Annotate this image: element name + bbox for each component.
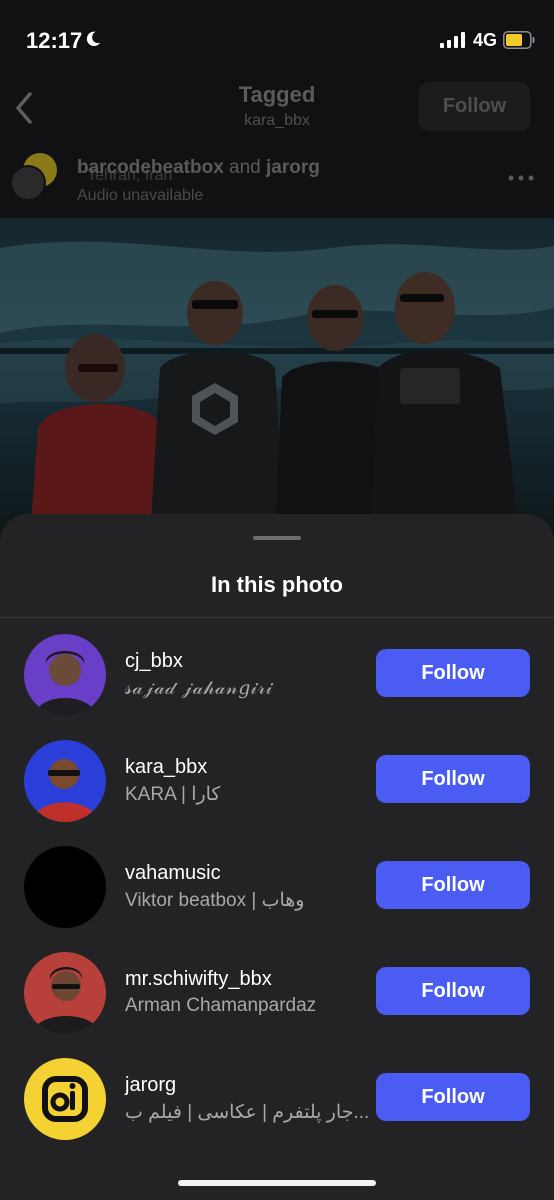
sheet-title: In this photo: [211, 572, 343, 597]
follow-button[interactable]: Follow: [376, 1073, 530, 1121]
post-author-b[interactable]: jarorg: [266, 157, 320, 178]
sheet-grabber[interactable]: [253, 536, 301, 540]
follow-button[interactable]: Follow: [376, 755, 530, 803]
avatar[interactable]: [24, 740, 106, 822]
full-name: Viktor beatbox | وهاب: [125, 890, 305, 911]
post-meta: Tehran, Iran barcodebeatbox and jarorg A…: [0, 145, 554, 215]
sheet-divider: [0, 617, 554, 618]
full-name: جار پلتفرم | عکاسی | فیلم ب...: [125, 1102, 370, 1123]
post-author-a[interactable]: barcodebeatbox: [77, 157, 224, 178]
signal-icon: [440, 32, 465, 48]
avatar[interactable]: [24, 952, 106, 1034]
username[interactable]: cj_bbx: [125, 650, 183, 673]
network-type: 4G: [473, 30, 498, 50]
status-bar: 12:17 4G: [0, 0, 554, 80]
full-name: KARA | کارا: [125, 784, 221, 805]
follow-button[interactable]: Follow: [376, 649, 530, 697]
avatar-barcodebeatbox: [10, 165, 46, 201]
person-row[interactable]: jarorg جار پلتفرم | عکاسی | فیلم ب... Fo…: [0, 1048, 554, 1154]
home-indicator[interactable]: [178, 1180, 376, 1186]
username[interactable]: vahamusic: [125, 862, 221, 885]
person-row[interactable]: kara_bbx KARA | کارا Follow: [0, 730, 554, 836]
username[interactable]: mr.schiwifty_bbx: [125, 968, 272, 991]
follow-button[interactable]: Follow: [376, 967, 530, 1015]
avatar[interactable]: [24, 846, 106, 928]
jarorg-logo-icon: [24, 1058, 106, 1140]
tagged-people-sheet: In this photo cj_bbx 𝓈𝒶𝒿𝒶𝒹 𝒿𝒶𝒽𝒶𝓃𝑔𝒾𝓇𝒾 Fol…: [0, 514, 554, 1200]
moon-icon: [86, 31, 101, 47]
avatar-image: [24, 740, 106, 822]
battery-icon: [503, 31, 535, 49]
post-audio: Audio unavailable: [77, 187, 204, 204]
header-follow-button[interactable]: Follow: [419, 82, 530, 131]
nav-header: Tagged kara_bbx Follow: [0, 80, 554, 142]
person-row[interactable]: cj_bbx 𝓈𝒶𝒿𝒶𝒹 𝒿𝒶𝒽𝒶𝓃𝑔𝒾𝓇𝒾 Follow: [0, 624, 554, 730]
post-authors[interactable]: barcodebeatbox and jarorg: [77, 157, 320, 179]
username[interactable]: kara_bbx: [125, 756, 207, 779]
avatar-image: [24, 952, 106, 1034]
avatar[interactable]: [24, 1058, 106, 1140]
post-authors-joiner: and: [223, 157, 267, 178]
post-avatars[interactable]: [10, 153, 62, 203]
avatar-image: [24, 634, 106, 716]
person-row[interactable]: mr.schiwifty_bbx Arman Chamanpardaz Foll…: [0, 942, 554, 1048]
username[interactable]: jarorg: [125, 1074, 176, 1097]
group-photo-image: [0, 241, 554, 538]
status-time: 12:17: [26, 28, 83, 53]
full-name: 𝓈𝒶𝒿𝒶𝒹 𝒿𝒶𝒽𝒶𝓃𝑔𝒾𝓇𝒾: [125, 677, 273, 699]
post-photo[interactable]: [0, 218, 554, 538]
follow-button[interactable]: Follow: [376, 861, 530, 909]
avatar[interactable]: [24, 634, 106, 716]
more-options-icon[interactable]: [507, 173, 535, 183]
person-row[interactable]: vahamusic Viktor beatbox | وهاب Follow: [0, 836, 554, 942]
full-name: Arman Chamanpardaz: [125, 995, 317, 1016]
screen: 12:17 4G Tagged kara_bbx Follow Tehran, …: [0, 0, 554, 1200]
